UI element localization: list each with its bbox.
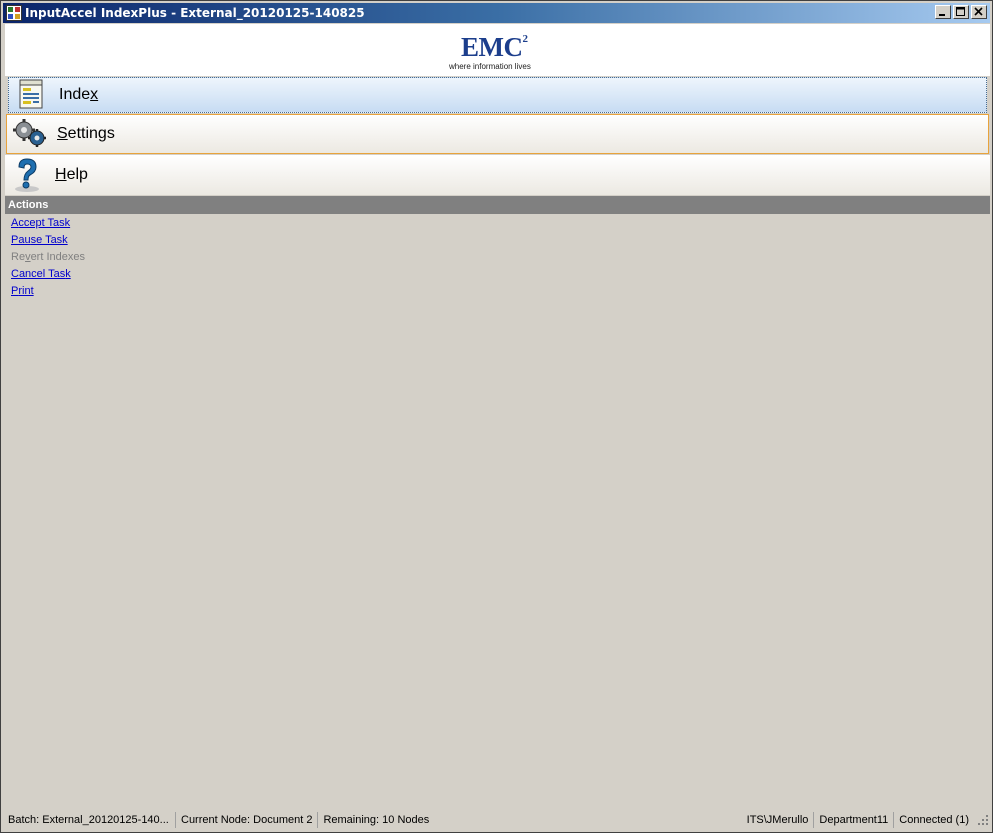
cancel-task-pre: Cancel Tas	[11, 268, 66, 280]
accept-task-post: ccept Task	[18, 217, 71, 229]
pause-task-post: se Task	[30, 234, 68, 246]
nav-help-label-post: elp	[66, 166, 88, 183]
revert-indexes-pre: Re	[11, 251, 26, 263]
pause-task-pre: Pa	[11, 234, 25, 246]
emc-logo: EMC2	[461, 32, 528, 63]
title-bar[interactable]: InputAccel IndexPlus - External_20120125…	[3, 3, 990, 23]
document-icon	[13, 77, 49, 113]
nav-help-label: Help	[55, 166, 88, 184]
logo-superscript: 2	[522, 33, 529, 45]
cancel-task-mnemonic: k	[65, 268, 71, 280]
client-area: EMC2 where information lives Index Setti…	[5, 24, 990, 807]
nav-settings-label-post: ettings	[67, 125, 115, 142]
nav-index-label: Index	[59, 86, 98, 104]
logo-banner: EMC2 where information lives	[5, 24, 990, 76]
nav-help-mnemonic: H	[55, 166, 67, 183]
maximize-icon	[956, 7, 965, 16]
status-remaining: Remaining: 10 Nodes	[323, 814, 430, 826]
status-batch: Batch: External_20120125-140...	[3, 812, 176, 828]
logo-tagline: where information lives	[449, 62, 531, 71]
nav-index-label-pre: Inde	[59, 86, 91, 103]
status-department: Department11	[814, 812, 895, 828]
status-bar: Batch: External_20120125-140... Current …	[3, 810, 990, 830]
app-window: InputAccel IndexPlus - External_20120125…	[0, 0, 993, 833]
status-connection: Connected (1)	[899, 814, 969, 826]
nav-help-button[interactable]: Help	[5, 155, 990, 195]
accept-task-link[interactable]: Accept Task	[11, 216, 85, 233]
pause-task-link[interactable]: Pause Task	[11, 233, 85, 250]
close-icon	[974, 7, 983, 16]
cancel-task-link[interactable]: Cancel Task	[11, 267, 85, 284]
gears-icon	[11, 116, 47, 152]
resize-grip-icon[interactable]	[976, 813, 990, 827]
minimize-button[interactable]	[935, 5, 951, 19]
actions-header: Actions	[5, 196, 990, 214]
nav-index-mnemonic: x	[90, 86, 99, 103]
print-link[interactable]: Print	[11, 284, 85, 301]
question-mark-icon	[9, 157, 45, 193]
maximize-button[interactable]	[953, 5, 969, 19]
nav-settings-button[interactable]: Settings	[6, 114, 989, 154]
revert-indexes-post: ert Indexes	[30, 251, 85, 263]
status-current-node: Current Node: Document 2	[176, 812, 319, 828]
status-user: ITS\JMerullo	[742, 812, 815, 828]
nav-index-button[interactable]: Index	[8, 77, 987, 113]
window-title: InputAccel IndexPlus - External_20120125…	[25, 6, 365, 20]
print-post: int	[22, 285, 34, 297]
logo-brand: EMC	[461, 32, 523, 62]
app-grid-icon[interactable]	[6, 5, 22, 21]
revert-indexes-link: Revert Indexes	[11, 250, 85, 267]
close-button[interactable]	[971, 5, 987, 19]
nav-settings-mnemonic: S	[57, 125, 68, 142]
nav-settings-label: Settings	[57, 125, 115, 143]
actions-list: Accept Task Pause Task Revert Indexes Ca…	[11, 216, 85, 301]
minimize-icon	[939, 14, 945, 16]
